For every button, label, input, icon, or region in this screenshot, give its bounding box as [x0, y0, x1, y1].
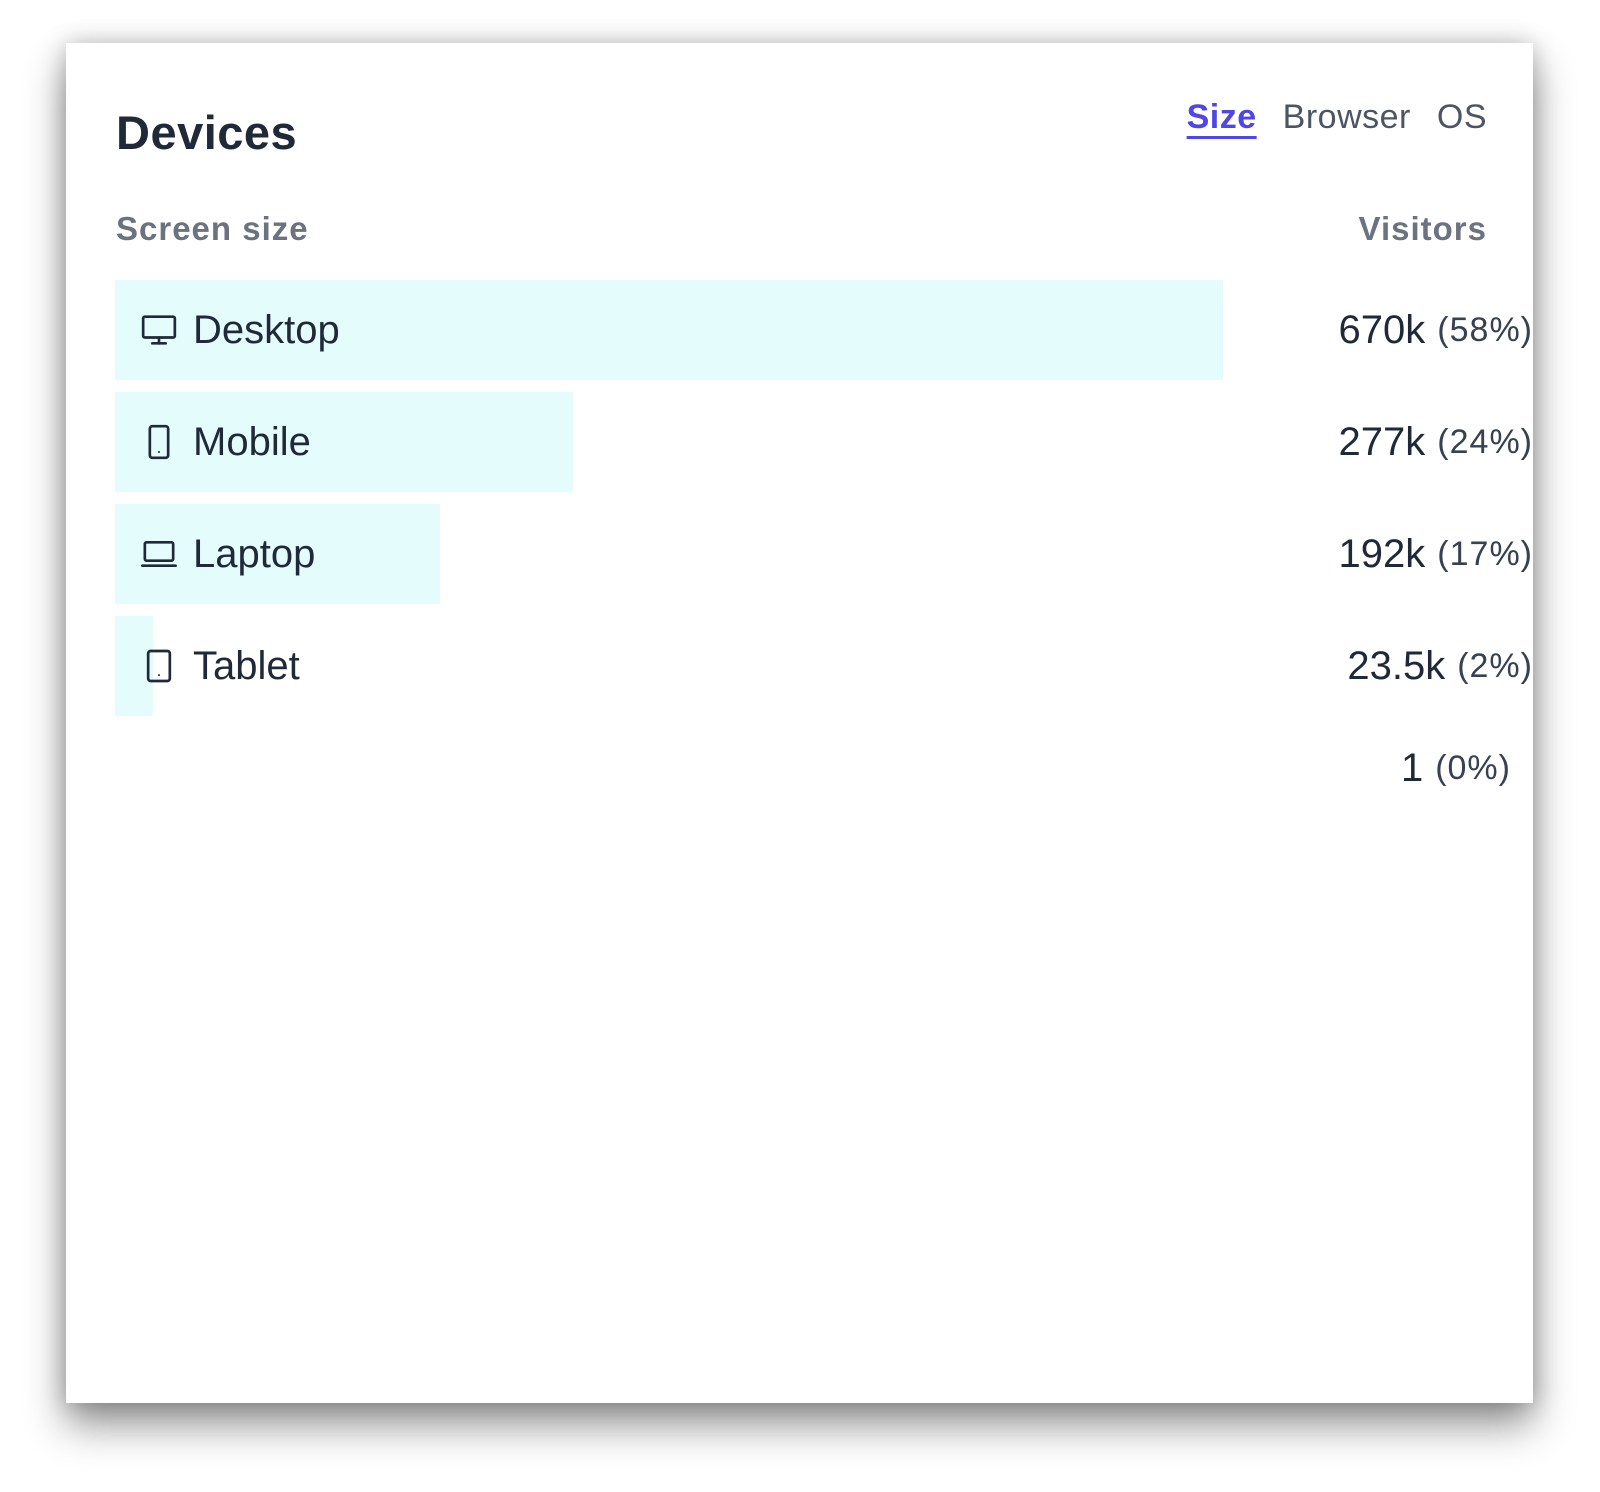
visitor-percent: (17%): [1437, 534, 1533, 573]
visitor-count: 192k: [1338, 531, 1426, 576]
visitor-percent: (0%): [1435, 748, 1511, 787]
laptop-icon: [139, 534, 179, 574]
row-label[interactable]: Mobile: [139, 392, 311, 492]
visitor-count: 670k: [1338, 307, 1426, 352]
device-name: Tablet: [193, 643, 300, 688]
column-header-visitors: Visitors: [1358, 210, 1487, 247]
desktop-icon: [139, 310, 179, 350]
tab-os[interactable]: OS: [1437, 98, 1487, 137]
row-label[interactable]: Desktop: [139, 280, 340, 380]
device-name: Desktop: [193, 307, 340, 352]
visitor-value: 277k (24%): [1339, 392, 1533, 492]
panel-title: Devices: [116, 106, 298, 159]
visitor-value: 23.5k (2%): [1347, 616, 1533, 716]
column-header-screen-size: Screen size: [116, 210, 309, 247]
visitor-count: 23.5k: [1347, 643, 1446, 688]
tab-size[interactable]: Size: [1187, 98, 1257, 137]
visitor-percent: (2%): [1457, 646, 1533, 685]
list-item-laptop[interactable]: Laptop 192k (17%): [115, 504, 1533, 616]
tab-bar: Size Browser OS: [1187, 98, 1487, 137]
visitor-percent: (24%): [1437, 422, 1533, 461]
row-label[interactable]: Tablet: [139, 616, 300, 716]
device-list: Desktop 670k (58%) Mobile 277k (24%) Lap…: [115, 280, 1533, 808]
visitor-count: 1: [1400, 745, 1424, 790]
list-item-desktop[interactable]: Desktop 670k (58%): [115, 280, 1533, 392]
visitor-percent: (58%): [1437, 310, 1533, 349]
device-name: Laptop: [193, 531, 316, 576]
list-item-mobile[interactable]: Mobile 277k (24%): [115, 392, 1533, 504]
list-item-tablet[interactable]: Tablet 23.5k (2%): [115, 616, 1533, 728]
list-item-unknown[interactable]: 1 (0%): [115, 728, 1533, 808]
tablet-icon: [139, 646, 179, 686]
visitor-value: 1 (0%): [1401, 728, 1511, 808]
mobile-icon: [139, 422, 179, 462]
visitor-value: 670k (58%): [1339, 280, 1533, 380]
tab-browser[interactable]: Browser: [1283, 98, 1411, 137]
visitor-count: 277k: [1338, 419, 1426, 464]
visitor-value: 192k (17%): [1339, 504, 1533, 604]
device-name: Mobile: [193, 419, 311, 464]
row-label[interactable]: Laptop: [139, 504, 315, 604]
devices-card: Devices Size Browser OS Screen size Visi…: [66, 43, 1533, 1403]
